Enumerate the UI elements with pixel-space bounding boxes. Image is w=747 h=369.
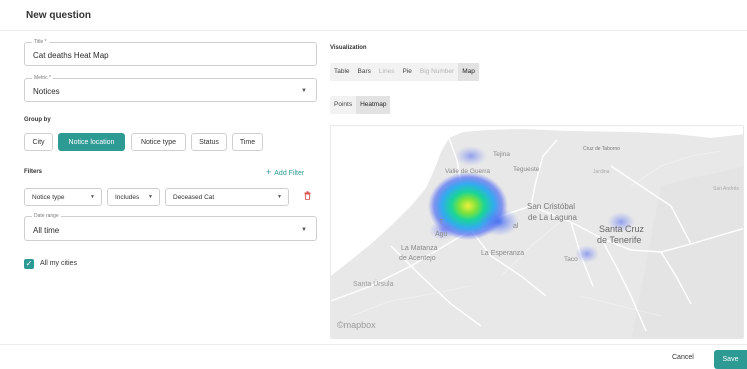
chevron-down-icon: ▼ bbox=[90, 194, 95, 200]
metric-select[interactable]: Metric * Notices ▼ bbox=[24, 74, 317, 102]
map-label: de Acentejo bbox=[399, 255, 436, 262]
metric-select-value: Notices bbox=[33, 87, 60, 96]
title-field[interactable]: Title * Cat deaths Heat Map bbox=[24, 38, 317, 66]
plus-icon: + bbox=[266, 167, 272, 177]
map-mode-tabs: Points Heatmap bbox=[330, 96, 391, 114]
map-label: Santa Cruz bbox=[599, 224, 645, 234]
add-filter-label: Add Filter bbox=[274, 170, 305, 177]
filter-operator-value: Includes bbox=[115, 194, 140, 201]
all-my-cities-checkbox[interactable]: ✓ bbox=[24, 259, 34, 269]
map-label: Cruz de Taborno bbox=[583, 146, 620, 152]
date-range-label: Date range bbox=[32, 212, 61, 220]
filters-label: Filters bbox=[24, 169, 43, 175]
chevron-down-icon: ▼ bbox=[301, 227, 307, 233]
map-label: Valle de Guerra bbox=[445, 168, 490, 175]
heat-spot bbox=[479, 208, 519, 236]
map-mode-points[interactable]: Points bbox=[330, 96, 356, 114]
map-label: Tejina bbox=[493, 151, 510, 158]
save-button[interactable]: Save bbox=[714, 350, 747, 369]
filter-field-value: Notice type bbox=[32, 194, 65, 201]
title-field-label: Title * bbox=[32, 38, 49, 46]
filter-value-value: Deceased Cat bbox=[173, 194, 215, 201]
mapbox-attribution: ©mapbox bbox=[337, 320, 376, 330]
map-label: Agu bbox=[435, 231, 448, 238]
visualization-label: Visualization bbox=[330, 45, 367, 51]
heat-spot bbox=[455, 146, 487, 166]
chevron-down-icon: ▼ bbox=[148, 194, 153, 200]
map-label: de La Laguna bbox=[528, 213, 577, 222]
group-by-city[interactable]: City bbox=[24, 133, 53, 151]
group-by-notice-type[interactable]: Notice type bbox=[131, 133, 186, 151]
map-label: Jardina bbox=[593, 169, 610, 175]
chevron-down-icon: ▼ bbox=[277, 194, 282, 200]
title-field-value: Cat deaths Heat Map bbox=[33, 51, 109, 60]
cancel-button[interactable]: Cancel bbox=[672, 354, 694, 361]
map-label: T bbox=[439, 219, 444, 226]
visualization-type-tabs: Table Bars Lines Pie Big Number Map bbox=[330, 63, 479, 81]
group-by-status[interactable]: Status bbox=[191, 133, 227, 151]
viz-tab-lines[interactable]: Lines bbox=[375, 63, 399, 81]
filter-value-select[interactable]: Deceased Cat ▼ bbox=[165, 188, 289, 206]
all-my-cities-label: All my cities bbox=[40, 260, 77, 267]
map-label: de Tenerife bbox=[597, 235, 641, 245]
dialog-title: New question bbox=[26, 10, 92, 21]
group-by-notice-location[interactable]: Notice location bbox=[58, 133, 125, 151]
map-label: San Andrés bbox=[713, 186, 739, 192]
filter-operator-select[interactable]: Includes ▼ bbox=[107, 188, 160, 206]
map-mode-heatmap[interactable]: Heatmap bbox=[356, 96, 391, 114]
viz-tab-pie[interactable]: Pie bbox=[398, 63, 415, 81]
viz-tab-bars[interactable]: Bars bbox=[354, 63, 375, 81]
date-range-select[interactable]: Date range All time ▼ bbox=[24, 212, 317, 241]
group-by-label: Group by bbox=[24, 117, 51, 123]
viz-tab-map[interactable]: Map bbox=[458, 63, 479, 81]
map-label: La Esperanza bbox=[481, 250, 524, 257]
header-divider bbox=[0, 30, 747, 31]
heatmap-map[interactable]: Tejina Cruz de Taborno Valle de Guerra T… bbox=[330, 125, 744, 339]
viz-tab-table[interactable]: Table bbox=[330, 63, 354, 81]
map-label: Taco bbox=[564, 256, 578, 263]
trash-icon[interactable] bbox=[304, 191, 311, 200]
check-icon: ✓ bbox=[25, 259, 33, 268]
date-range-value: All time bbox=[33, 226, 60, 235]
map-label: San Cristóbal bbox=[527, 202, 575, 211]
heat-spot bbox=[575, 245, 599, 263]
chevron-down-icon: ▼ bbox=[301, 88, 307, 94]
map-label: Tegueste bbox=[513, 166, 540, 173]
map-canvas: Tejina Cruz de Taborno Valle de Guerra T… bbox=[331, 126, 743, 338]
map-label: al bbox=[513, 223, 519, 230]
add-filter-button[interactable]: + Add Filter bbox=[266, 167, 304, 177]
filter-field-select[interactable]: Notice type ▼ bbox=[24, 188, 102, 206]
metric-select-label: Metric * bbox=[32, 74, 53, 82]
viz-tab-big-number[interactable]: Big Number bbox=[416, 63, 458, 81]
footer-divider bbox=[0, 344, 747, 345]
map-label: La Matanza bbox=[401, 245, 438, 252]
map-label: Santa Úrsula bbox=[353, 279, 394, 288]
group-by-time[interactable]: Time bbox=[232, 133, 263, 151]
